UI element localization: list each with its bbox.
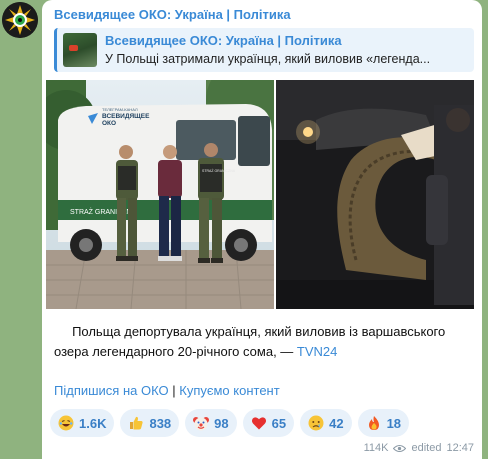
reaction-count: 18 [386, 415, 402, 431]
reactions-bar: 1.6K 838 98 65 42 18 [50, 409, 410, 437]
reaction-count: 42 [329, 415, 344, 431]
thumbs-up-icon [130, 416, 144, 430]
svg-text:ТЕЛЕГРАМ-КАНАЛ: ТЕЛЕГРАМ-КАНАЛ [102, 107, 138, 112]
reaction-laughing[interactable]: 1.6K [50, 409, 115, 437]
channel-avatar[interactable] [2, 2, 38, 38]
reaction-fire[interactable]: 18 [357, 409, 410, 437]
message-caption: Польща депортувала українця, який вилови… [54, 322, 474, 362]
crying-face-icon [308, 415, 324, 431]
message-time: 12:47 [446, 442, 474, 454]
reaction-count: 98 [214, 415, 229, 431]
subscribe-link[interactable]: Підпишися на ОКО [54, 383, 169, 398]
photo-deportation[interactable]: STRAŻ GRANICZNA ТЕЛЕГРАМ-КАНАЛ ВСЕВИДЯЩЕ… [46, 80, 274, 309]
svg-text:ВСЕВИДЯЩЕЕ: ВСЕВИДЯЩЕЕ [102, 113, 150, 120]
reaction-count: 1.6K [79, 415, 107, 431]
channel-name[interactable]: Всевидящее ОКО: Україна | Політика [54, 7, 291, 22]
van-lettering: STRAŻ GRANICZNA [70, 207, 136, 216]
reaction-crying[interactable]: 42 [300, 409, 352, 437]
photo-catfish-in-trunk[interactable] [276, 80, 474, 309]
message-meta: 114K edited 12:47 [364, 442, 474, 454]
reply-preview[interactable]: Всевидящее ОКО: Україна | Політика У Пол… [54, 28, 474, 72]
reply-thumbnail [63, 33, 97, 67]
svg-text:ОКО: ОКО [102, 120, 116, 127]
edited-label: edited [411, 442, 442, 454]
media-album[interactable]: STRAŻ GRANICZNA ТЕЛЕГРАМ-КАНАЛ ВСЕВИДЯЩЕ… [46, 80, 474, 309]
reaction-count: 838 [149, 415, 172, 431]
buy-content-link[interactable]: Купуємо контент [179, 383, 279, 398]
red-heart-icon [251, 417, 266, 430]
reply-text: У Польщі затримали українця, який вилови… [105, 52, 431, 66]
laughing-face-icon [58, 415, 74, 431]
reaction-heart[interactable]: 65 [242, 409, 295, 437]
view-count: 114K [363, 442, 389, 454]
clown-face-icon [193, 417, 210, 431]
subscribe-links: Підпишися на ОКО | Купуємо контент [54, 383, 280, 398]
fire-icon [368, 416, 379, 430]
links-separator: | [168, 383, 180, 398]
source-link[interactable]: TVN24 [297, 344, 337, 359]
eye-icon [393, 444, 407, 452]
reaction-clown[interactable]: 98 [185, 409, 237, 437]
svg-text:STRAŻ GRANICZNA: STRAŻ GRANICZNA [202, 168, 236, 173]
caption-text: Польща депортувала українця, який вилови… [54, 324, 446, 359]
reply-title: Всевидящее ОКО: Україна | Політика [105, 33, 342, 48]
eye-logo-icon [2, 2, 38, 38]
reaction-thumbs-up[interactable]: 838 [120, 409, 180, 437]
message-bubble: Всевидящее ОКО: Україна | Політика Всеви… [42, 0, 482, 459]
reaction-count: 65 [271, 415, 287, 431]
